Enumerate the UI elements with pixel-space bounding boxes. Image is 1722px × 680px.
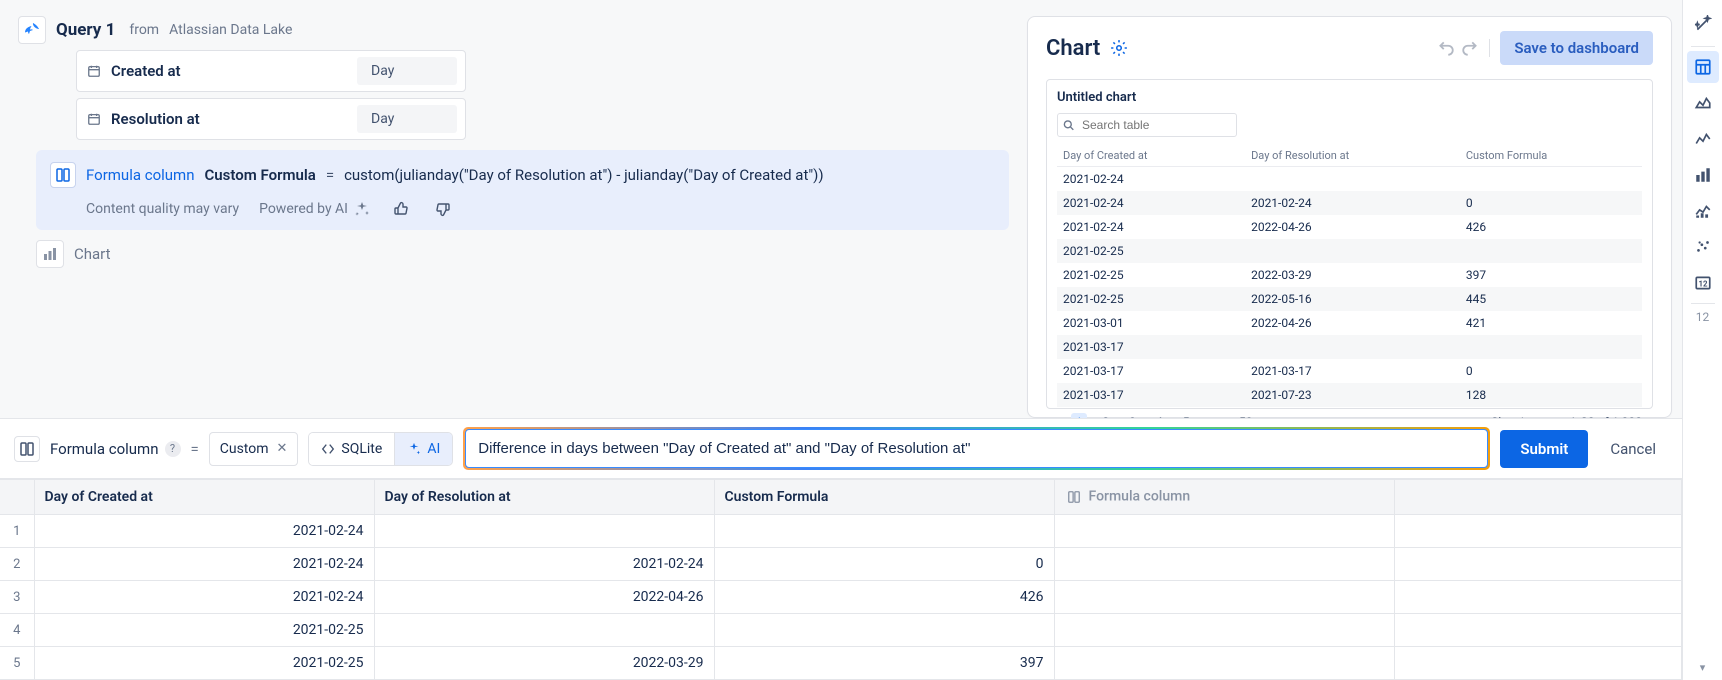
mini-table-row[interactable]: 2021-02-242022-04-26426: [1057, 215, 1642, 239]
number-tile-icon[interactable]: 12: [1687, 267, 1719, 299]
field-row-created[interactable]: Created at Day: [76, 50, 466, 92]
rownum-header: [0, 480, 34, 515]
search-icon: [1063, 120, 1074, 131]
calendar-icon: [85, 110, 103, 128]
formula-step-name: Custom Formula: [205, 166, 316, 184]
table-row[interactable]: 12021-02-24: [0, 515, 1682, 548]
agg-chip-day[interactable]: Day: [357, 57, 457, 85]
formula-name-chip[interactable]: Custom ✕: [209, 432, 299, 466]
chart-step-placeholder[interactable]: Chart: [36, 240, 1011, 268]
mini-table-row[interactable]: 2021-03-172021-03-170: [1057, 359, 1642, 383]
scatter-chart-icon[interactable]: [1687, 231, 1719, 263]
mini-table-row[interactable]: 2021-02-24: [1057, 167, 1642, 192]
area-chart-icon[interactable]: [1687, 87, 1719, 119]
formula-step-equals: =: [326, 166, 334, 184]
formula-step-label[interactable]: Formula column: [86, 166, 195, 184]
submit-button[interactable]: Submit: [1500, 430, 1588, 468]
query-title[interactable]: Query 1: [56, 20, 115, 40]
chart-mini-table: Day of Created atDay of Resolution atCus…: [1057, 145, 1642, 407]
mini-table-header[interactable]: Custom Formula: [1460, 145, 1642, 167]
formula-column-icon[interactable]: [14, 436, 40, 462]
source-icon: [18, 16, 46, 44]
bar-chart-icon[interactable]: [1687, 159, 1719, 191]
cancel-button[interactable]: Cancel: [1598, 430, 1668, 468]
gear-icon[interactable]: [1110, 39, 1128, 57]
expand-rail-icon[interactable]: ▾: [1700, 661, 1706, 674]
help-icon[interactable]: ?: [165, 441, 181, 457]
field-label: Created at: [111, 62, 181, 80]
right-rail: 12 12 ▾: [1682, 0, 1722, 680]
grid-col-created[interactable]: Day of Created at: [34, 480, 374, 515]
agg-chip-day[interactable]: Day: [357, 105, 457, 133]
line-chart-icon[interactable]: [1687, 123, 1719, 155]
chart-inner-title[interactable]: Untitled chart: [1057, 90, 1642, 105]
combo-chart-icon[interactable]: [1687, 195, 1719, 227]
sparkle-icon: [354, 201, 370, 217]
rail-count: 12: [1696, 310, 1710, 324]
formula-step: Formula column Custom Formula = custom(j…: [36, 150, 1009, 230]
mini-table-header[interactable]: Day of Created at: [1057, 145, 1245, 167]
query-builder: Query 1 from Atlassian Data Lake Created…: [18, 16, 1011, 418]
svg-text:12: 12: [1698, 279, 1708, 288]
data-grid[interactable]: Day of Created at Day of Resolution at C…: [0, 479, 1682, 680]
formula-column-icon: [1065, 488, 1083, 506]
query-source[interactable]: Atlassian Data Lake: [169, 22, 292, 38]
table-chart-icon[interactable]: [1687, 51, 1719, 83]
save-to-dashboard-button[interactable]: Save to dashboard: [1500, 31, 1653, 65]
powered-by-ai-label: Powered by AI: [259, 201, 348, 217]
field-row-resolution[interactable]: Resolution at Day: [76, 98, 466, 140]
grid-col-placeholder[interactable]: Formula column: [1054, 480, 1394, 515]
chart-step-label: Chart: [74, 245, 111, 263]
mini-table-row[interactable]: 2021-02-252022-05-16445: [1057, 287, 1642, 311]
clear-name-icon[interactable]: ✕: [277, 441, 288, 456]
chart-panel: Chart Save to dashboard Untit: [1027, 16, 1672, 418]
mini-table-row[interactable]: 2021-02-25: [1057, 239, 1642, 263]
chart-heading: Chart: [1046, 36, 1100, 61]
formula-input[interactable]: [465, 429, 1488, 468]
table-row[interactable]: 22021-02-242021-02-240: [0, 548, 1682, 581]
mini-table-row[interactable]: 2021-03-17: [1057, 335, 1642, 359]
search-table-input[interactable]: [1057, 113, 1237, 137]
grid-col-custom[interactable]: Custom Formula: [714, 480, 1054, 515]
undo-icon[interactable]: [1437, 39, 1455, 57]
formula-bar: Formula column ? = Custom ✕ SQLite AI: [0, 418, 1682, 479]
formula-bar-label: Formula column ?: [50, 440, 181, 458]
thumbs-down-button[interactable]: [432, 198, 454, 220]
table-row[interactable]: 32021-02-242022-04-26426: [0, 581, 1682, 614]
formula-step-icon: [50, 162, 76, 188]
bar-chart-icon: [36, 240, 64, 268]
formula-name-text: Custom: [220, 441, 269, 457]
magic-wand-icon[interactable]: [1687, 8, 1719, 40]
mini-table-header[interactable]: Day of Resolution at: [1245, 145, 1460, 167]
mode-ai-button[interactable]: AI: [394, 433, 452, 465]
mini-table-row[interactable]: 2021-02-252022-03-29397: [1057, 263, 1642, 287]
mode-sqlite-button[interactable]: SQLite: [309, 433, 394, 465]
table-row[interactable]: 52021-02-252022-03-29397: [0, 647, 1682, 680]
formula-step-warning: Content quality may vary: [86, 201, 239, 217]
grid-col-resolution[interactable]: Day of Resolution at: [374, 480, 714, 515]
field-label: Resolution at: [111, 110, 200, 128]
redo-icon[interactable]: [1461, 39, 1479, 57]
formula-step-expression: custom(julianday("Day of Resolution at")…: [344, 166, 824, 184]
grid-col-empty: [1394, 480, 1682, 515]
mini-table-row[interactable]: 2021-03-012022-04-26421: [1057, 311, 1642, 335]
equals-label: =: [191, 440, 199, 458]
table-row[interactable]: 42021-02-25: [0, 614, 1682, 647]
formula-mode-toggle: SQLite AI: [308, 432, 453, 466]
mini-table-row[interactable]: 2021-03-172021-07-23128: [1057, 383, 1642, 407]
calendar-icon: [85, 62, 103, 80]
mini-table-row[interactable]: 2021-02-242021-02-240: [1057, 191, 1642, 215]
query-from-word: from: [129, 22, 159, 38]
thumbs-up-button[interactable]: [390, 198, 412, 220]
